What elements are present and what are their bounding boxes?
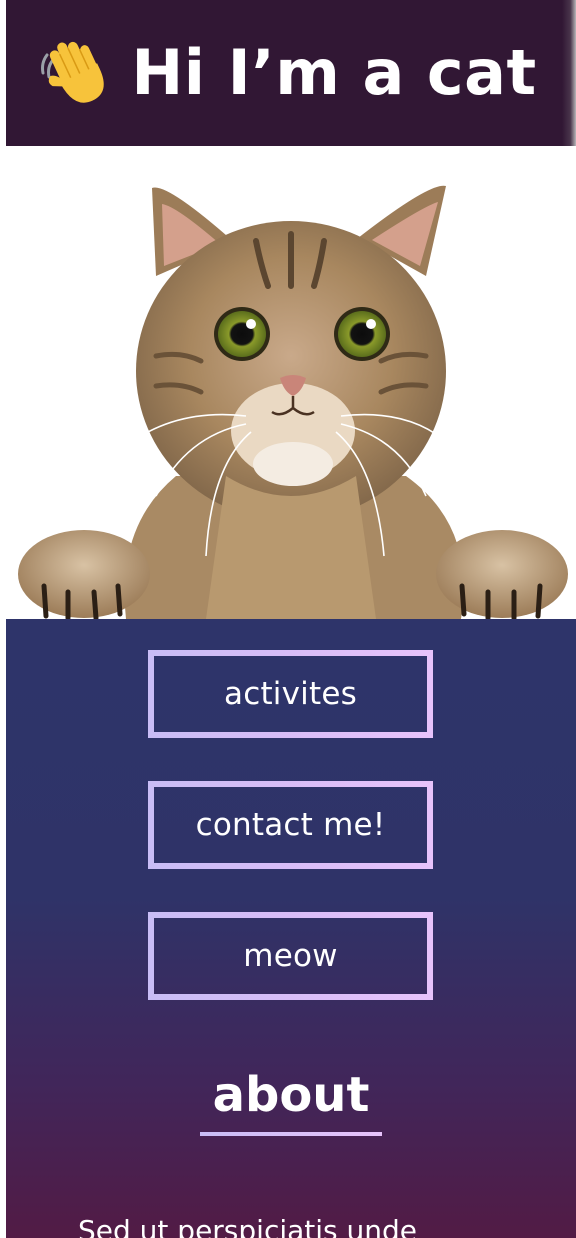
- contact-me-button[interactable]: contact me!: [148, 781, 433, 869]
- header-content: Hi I’m a cat: [37, 35, 536, 111]
- header-edge-shadow: [562, 0, 576, 146]
- meow-button[interactable]: meow: [148, 912, 433, 1000]
- left-edge-strip: [0, 0, 6, 1238]
- activities-button[interactable]: activites: [148, 650, 433, 738]
- site-header: Hi I’m a cat: [6, 0, 576, 146]
- page-title: Hi I’m a cat: [131, 36, 537, 109]
- content-section: activites contact me! meow about Sed ut …: [6, 619, 576, 1238]
- waving-hand-icon: [41, 41, 105, 103]
- page: Hi I’m a cat activites contact me! meow …: [0, 0, 576, 1238]
- about-underline: [200, 1132, 382, 1136]
- cat-photo: [18, 185, 568, 619]
- meow-button-label: meow: [243, 938, 338, 974]
- contact-me-button-label: contact me!: [195, 807, 386, 843]
- about-body-text: Sed ut perspiciatis unde: [78, 1214, 418, 1238]
- hero-image: [6, 146, 576, 619]
- about-heading: about: [212, 1067, 370, 1123]
- activities-button-label: activites: [224, 676, 357, 712]
